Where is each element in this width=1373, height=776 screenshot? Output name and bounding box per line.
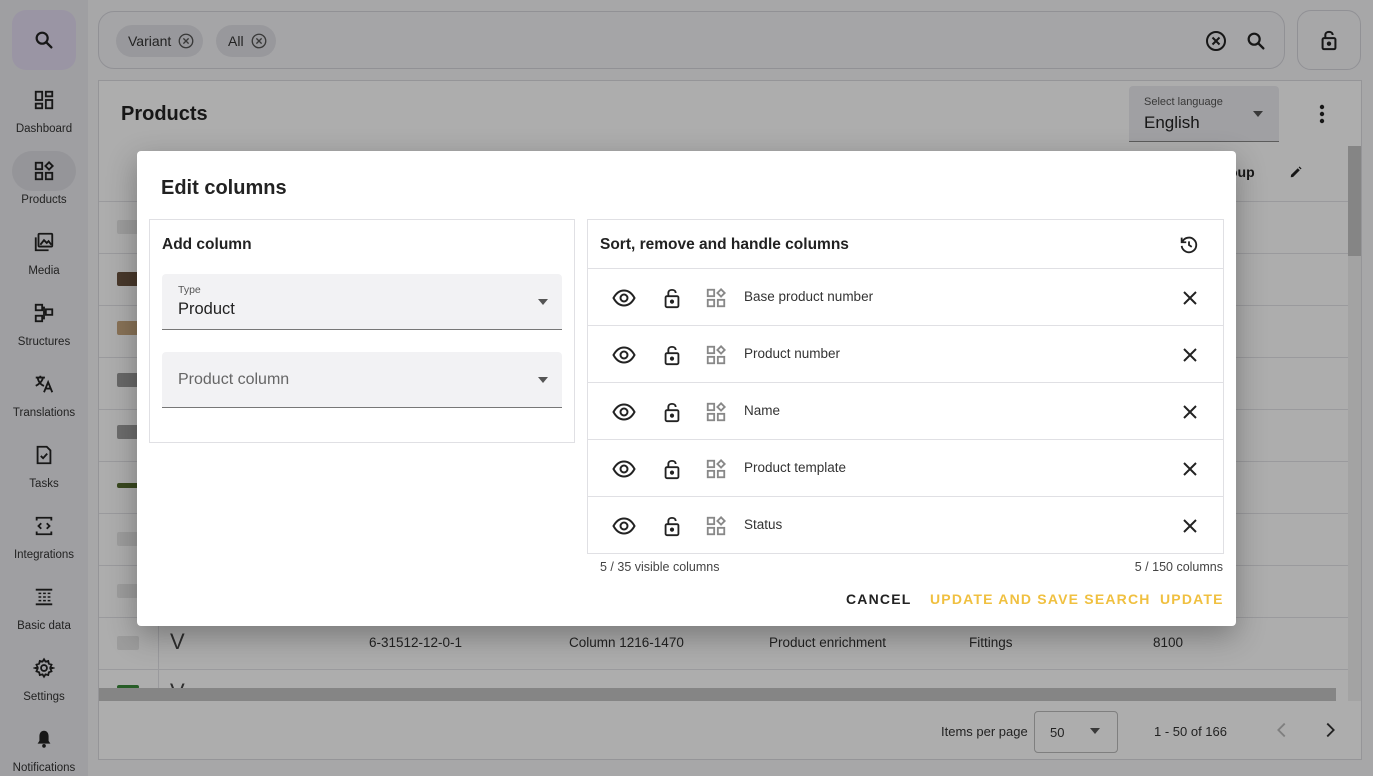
reset-history-icon[interactable] bbox=[1176, 232, 1202, 258]
update-and-save-search-button[interactable]: UPDATE AND SAVE SEARCH bbox=[930, 591, 1151, 607]
sort-columns-panel: Sort, remove and handle columns Base pro… bbox=[587, 219, 1224, 554]
product-column-select[interactable]: Product column bbox=[162, 352, 562, 408]
widgets-icon[interactable] bbox=[703, 513, 729, 539]
cancel-button[interactable]: CANCEL bbox=[846, 591, 912, 607]
column-row[interactable]: Product template bbox=[588, 440, 1223, 497]
add-column-panel: Add column Type Product Product column bbox=[149, 219, 575, 443]
close-icon[interactable] bbox=[1177, 342, 1203, 368]
eye-icon[interactable] bbox=[611, 456, 637, 482]
unlock-icon[interactable] bbox=[659, 285, 685, 311]
unlock-icon[interactable] bbox=[659, 456, 685, 482]
column-row[interactable]: Name bbox=[588, 383, 1223, 440]
close-icon[interactable] bbox=[1177, 513, 1203, 539]
unlock-icon[interactable] bbox=[659, 513, 685, 539]
widgets-icon[interactable] bbox=[703, 456, 729, 482]
edit-columns-dialog: Edit columns Add column Type Product Pro… bbox=[137, 151, 1236, 626]
column-name: Product number bbox=[744, 346, 841, 361]
column-name: Name bbox=[744, 403, 781, 418]
type-select-label: Type bbox=[178, 284, 201, 296]
eye-icon[interactable] bbox=[611, 342, 637, 368]
widgets-icon[interactable] bbox=[703, 342, 729, 368]
unlock-icon[interactable] bbox=[659, 399, 685, 425]
dialog-title: Edit columns bbox=[161, 177, 287, 199]
sort-columns-header: Sort, remove and handle columns bbox=[588, 220, 1223, 269]
column-row[interactable]: Product number bbox=[588, 326, 1223, 383]
widgets-icon[interactable] bbox=[703, 285, 729, 311]
close-icon[interactable] bbox=[1177, 456, 1203, 482]
column-name: Product template bbox=[744, 460, 847, 475]
total-columns-count: 5 / 150 columns bbox=[1134, 560, 1223, 574]
widgets-icon[interactable] bbox=[703, 399, 729, 425]
column-name: Status bbox=[744, 517, 783, 532]
caret-down-icon bbox=[538, 299, 548, 305]
eye-icon[interactable] bbox=[611, 285, 637, 311]
type-select[interactable]: Type Product bbox=[162, 274, 562, 330]
eye-icon[interactable] bbox=[611, 399, 637, 425]
close-icon[interactable] bbox=[1177, 399, 1203, 425]
update-button[interactable]: UPDATE bbox=[1160, 591, 1224, 607]
unlock-icon[interactable] bbox=[659, 342, 685, 368]
eye-icon[interactable] bbox=[611, 513, 637, 539]
caret-down-icon bbox=[538, 377, 548, 383]
column-row[interactable]: Base product number bbox=[588, 269, 1223, 326]
sort-columns-title: Sort, remove and handle columns bbox=[600, 236, 849, 253]
add-column-title: Add column bbox=[162, 236, 252, 253]
product-column-placeholder: Product column bbox=[178, 371, 290, 388]
type-select-value: Product bbox=[178, 300, 235, 318]
column-row[interactable]: Status bbox=[588, 497, 1223, 554]
visible-columns-count: 5 / 35 visible columns bbox=[600, 560, 720, 574]
close-icon[interactable] bbox=[1177, 285, 1203, 311]
column-name: Base product number bbox=[744, 289, 874, 304]
